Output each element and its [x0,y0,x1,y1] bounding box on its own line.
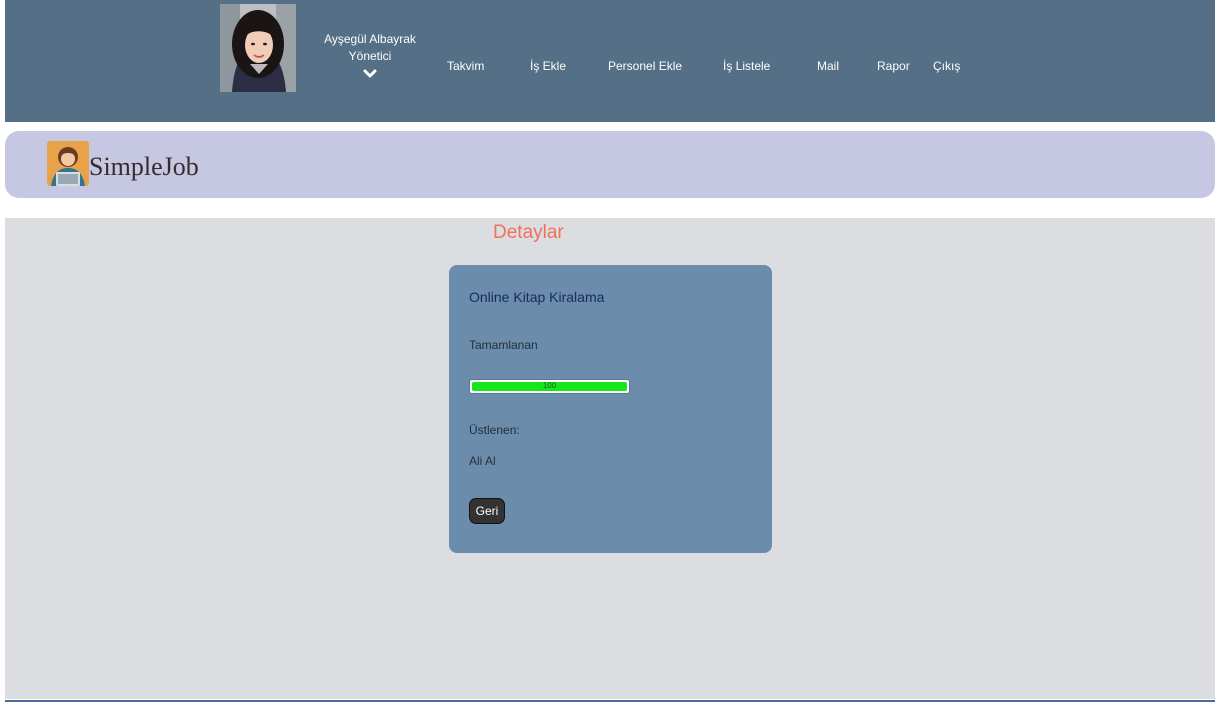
nav-mail[interactable]: Mail [817,59,839,73]
top-navbar: Ayşegül Albayrak Yönetici Takvim İş Ekle… [5,0,1215,122]
avatar [220,4,296,92]
progress-value: 100 [542,381,557,390]
worker-logo-icon [47,141,89,186]
page-title: Detaylar [493,222,564,243]
progress-fill: 100 [472,381,627,391]
user-role: Yönetici [348,49,392,63]
assignee-label: Üstlenen: [469,423,520,437]
nav-cikis[interactable]: Çıkış [933,59,960,73]
nav-rapor[interactable]: Rapor [877,59,910,73]
user-menu[interactable]: Ayşegül Albayrak Yönetici [305,31,435,79]
nav-takvim[interactable]: Takvim [447,59,484,73]
footer-divider [5,700,1215,702]
nav-personel-ekle[interactable]: Personel Ekle [608,59,682,73]
job-title: Online Kitap Kiralama [469,289,605,305]
back-button[interactable]: Geri [469,498,505,524]
assignee-name: Ali Al [469,454,496,468]
user-name: Ayşegül Albayrak [324,32,416,46]
brand-name[interactable]: SimpleJob [89,152,199,182]
brand-bar: SimpleJob [5,131,1215,198]
main-content: Detaylar Online Kitap Kiralama Tamamlana… [5,218,1215,699]
nav-is-listele[interactable]: İş Listele [723,59,770,73]
nav-is-ekle[interactable]: İş Ekle [530,59,566,73]
progress-bar: 100 [469,379,630,394]
completed-label: Tamamlanan [469,338,538,352]
job-detail-card: Online Kitap Kiralama Tamamlanan 100 Üst… [449,265,772,553]
chevron-down-icon[interactable] [363,69,377,79]
